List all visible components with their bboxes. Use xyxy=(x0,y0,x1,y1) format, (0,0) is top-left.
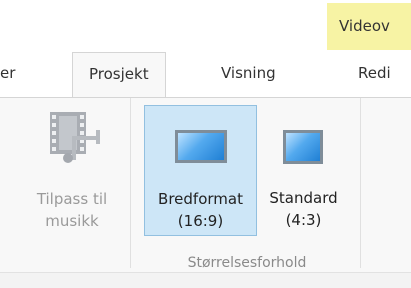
title-bar: Videov xyxy=(0,0,411,52)
fit-to-music-label-line2: musikk xyxy=(45,212,99,230)
widescreen-label-line1: Bredformat xyxy=(158,190,243,208)
widescreen-16-9-button[interactable]: Bredformat (16:9) xyxy=(144,105,257,236)
standard-label-line1: Standard xyxy=(269,189,338,207)
widescreen-label-line2: (16:9) xyxy=(177,212,224,230)
film-music-icon xyxy=(42,110,102,166)
fit-to-music-button[interactable]: Tilpass til musikk xyxy=(22,106,122,236)
standard-label-line2: (4:3) xyxy=(285,211,322,229)
group-separator xyxy=(130,98,131,268)
tab-edit[interactable]: Redi xyxy=(358,64,391,82)
fit-to-music-label-line1: Tilpass til xyxy=(36,190,108,208)
group-separator xyxy=(360,98,361,268)
ribbon-panel: Tilpass til musikk Bredformat (16:9) Sta… xyxy=(0,97,411,272)
ribbon-tab-row: er Prosjekt Visning Redi xyxy=(0,52,411,98)
standard-screen-icon xyxy=(283,130,323,164)
contextual-tab-video-tools[interactable]: Videov xyxy=(327,3,411,50)
widescreen-icon xyxy=(175,130,227,163)
standard-4-3-button[interactable]: Standard (4:3) xyxy=(257,105,350,236)
tab-view[interactable]: Visning xyxy=(221,64,276,82)
aspect-ratio-group-label: Størrelsesforhold xyxy=(187,255,307,271)
tab-project[interactable]: Prosjekt xyxy=(72,52,166,98)
ribbon-bottom-edge xyxy=(0,272,411,288)
tab-partial-left[interactable]: er xyxy=(0,64,15,82)
